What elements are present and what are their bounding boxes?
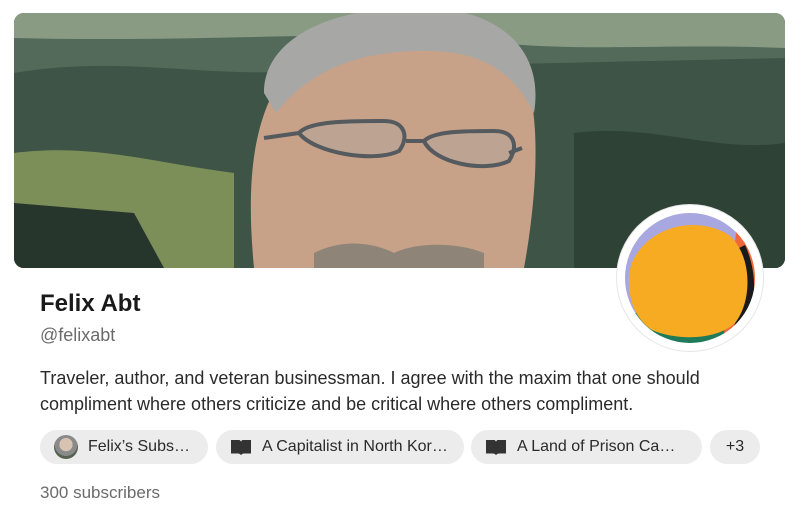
avatar-thumb-icon: [54, 435, 78, 459]
link-label: A Land of Prison Cam…: [517, 438, 688, 455]
link-label: Felix’s Substack: [88, 438, 194, 455]
more-links-button[interactable]: +3: [710, 430, 760, 464]
more-links-label: +3: [725, 438, 745, 455]
link-land-of-prison-camps[interactable]: A Land of Prison Cam…: [471, 430, 702, 464]
profile-bio: Traveler, author, and veteran businessma…: [40, 368, 700, 414]
link-label: A Capitalist in North Kor…: [262, 438, 448, 455]
profile-handle: @felixabt: [40, 325, 116, 345]
link-capitalist-in-north-korea[interactable]: A Capitalist in North Kor…: [216, 430, 464, 464]
profile-name: Felix Abt: [40, 290, 141, 317]
book-icon: [486, 440, 506, 455]
profile-avatar[interactable]: [617, 205, 763, 351]
link-felixs-substack[interactable]: Felix’s Substack: [40, 430, 208, 464]
subscriber-count: 300 subscribers: [40, 483, 161, 502]
book-icon: [231, 440, 251, 455]
